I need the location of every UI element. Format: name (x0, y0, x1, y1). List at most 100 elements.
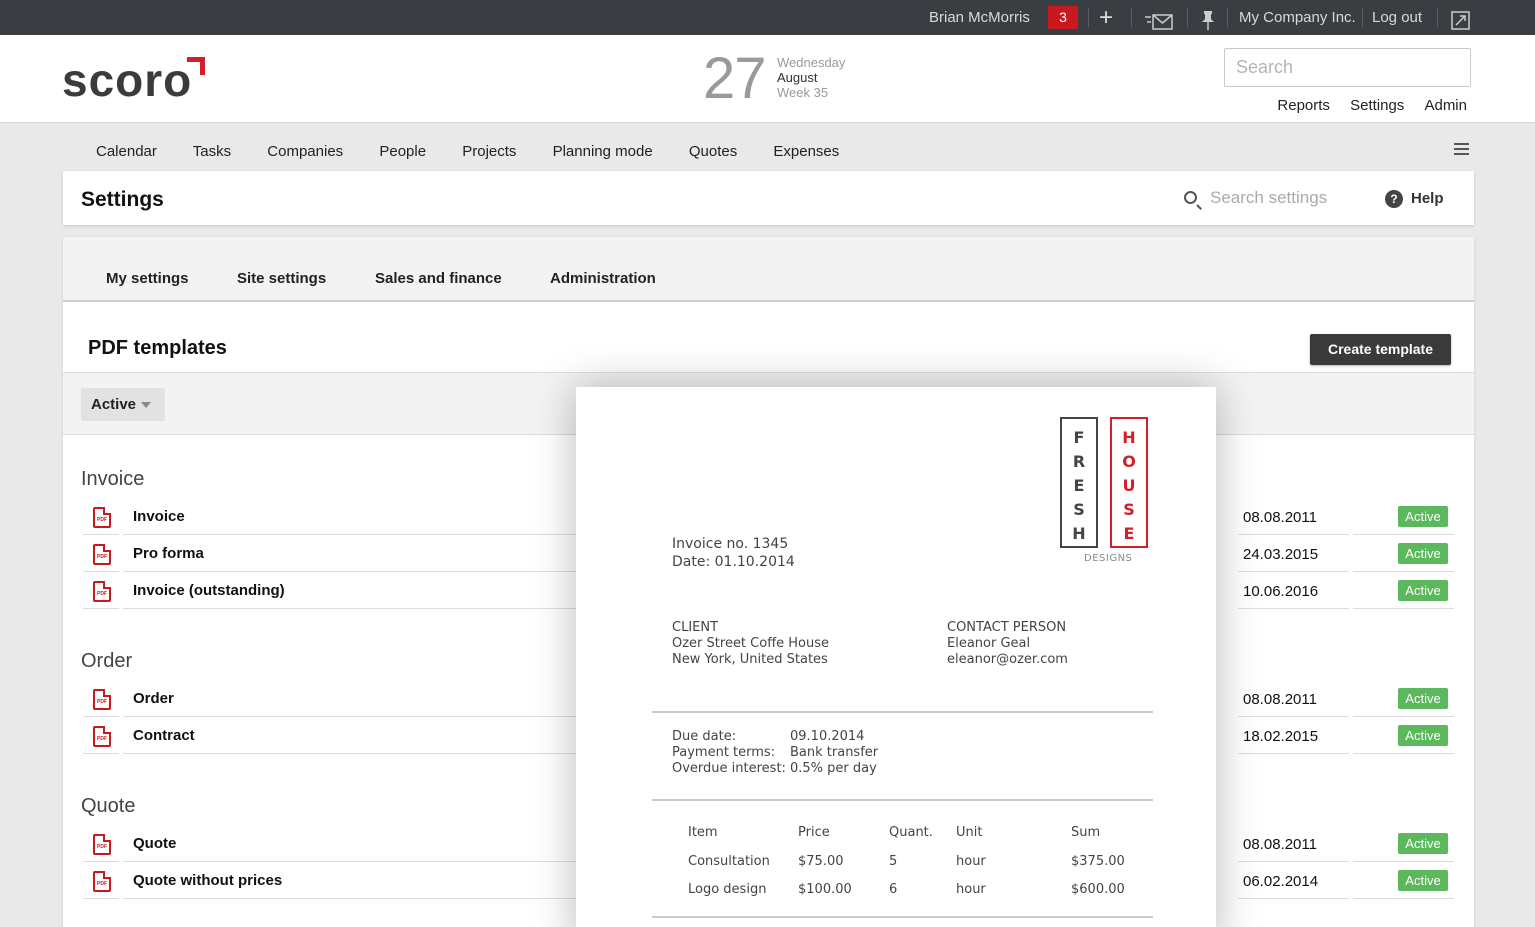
tab-site-settings[interactable]: Site settings (237, 270, 326, 287)
settings-header: Settings Search settings ? Help (63, 171, 1474, 225)
date-weekday: Wednesday (777, 55, 846, 70)
template-name[interactable]: Quote without prices (133, 872, 282, 889)
invoice-number: Invoice no. 1345 (672, 536, 789, 552)
template-date: 08.08.2011 (1243, 836, 1317, 853)
pdf-icon: PDF (93, 726, 111, 747)
template-date: 08.08.2011 (1243, 691, 1317, 708)
template-name[interactable]: Contract (133, 727, 195, 744)
settings-link[interactable]: Settings (1350, 97, 1404, 114)
status-badge: Active (1398, 725, 1448, 746)
pdf-icon: PDF (93, 544, 111, 565)
reports-link[interactable]: Reports (1277, 97, 1330, 114)
divider (1227, 8, 1228, 27)
company-name[interactable]: My Company Inc. (1239, 0, 1356, 35)
divider (1088, 8, 1089, 27)
admin-link[interactable]: Admin (1424, 97, 1467, 114)
template-name[interactable]: Invoice (outstanding) (133, 582, 285, 599)
nav-quotes[interactable]: Quotes (689, 143, 737, 160)
tab-my-settings[interactable]: My settings (106, 270, 189, 287)
table-row: Consultation $75.00 5 hour $375.00 (688, 854, 1125, 869)
group-title-quote: Quote (81, 795, 136, 817)
settings-tabs: My settings Site settings Sales and fina… (63, 237, 1474, 302)
help-icon[interactable]: ? (1385, 190, 1403, 208)
divider (1437, 8, 1438, 27)
user-name[interactable]: Brian McMorris (929, 0, 1030, 35)
mail-icon[interactable] (1145, 9, 1173, 30)
table-header-row: Item Price Quant. Unit Sum (688, 825, 1101, 840)
pdf-icon: PDF (93, 581, 111, 602)
pdf-icon: PDF (93, 834, 111, 855)
template-date: 10.06.2016 (1243, 583, 1319, 600)
tab-sales-and-finance[interactable]: Sales and finance (375, 270, 502, 287)
house-logo-column: H O U S E (1110, 417, 1148, 548)
notification-badge[interactable]: 3 (1048, 6, 1078, 29)
logo-subtitle: DESIGNS (1084, 553, 1133, 564)
template-name[interactable]: Pro forma (133, 545, 204, 562)
divider (1187, 8, 1188, 27)
main-nav: Calendar Tasks Companies People Projects… (96, 143, 871, 160)
divider (1362, 8, 1363, 27)
tab-administration[interactable]: Administration (550, 270, 656, 287)
pdf-icon: PDF (93, 689, 111, 710)
status-badge: Active (1398, 688, 1448, 709)
template-date: 08.08.2011 (1243, 509, 1317, 526)
table-row: Logo design $100.00 6 hour $600.00 (688, 882, 1125, 897)
divider (652, 916, 1153, 918)
search-icon[interactable] (1184, 191, 1197, 204)
nav-planning-mode[interactable]: Planning mode (553, 143, 653, 160)
payment-terms-values: 09.10.2014 Bank transfer 0.5% per day (790, 729, 879, 776)
top-bar: Brian McMorris 3 + My Company Inc. Log o… (0, 0, 1535, 35)
status-badge: Active (1398, 543, 1448, 564)
caret-down-icon (141, 402, 151, 408)
global-search-input[interactable] (1224, 48, 1471, 87)
status-badge: Active (1398, 870, 1448, 891)
header: scoro 27 Wednesday August Week 35 Report… (0, 35, 1535, 123)
nav-calendar[interactable]: Calendar (96, 143, 157, 160)
status-badge: Active (1398, 506, 1448, 527)
nav-people[interactable]: People (379, 143, 426, 160)
group-title-invoice: Invoice (81, 468, 145, 490)
fullscreen-icon[interactable] (1451, 8, 1470, 30)
search-settings-input[interactable]: Search settings (1210, 188, 1327, 208)
pin-icon[interactable] (1201, 8, 1215, 30)
template-date: 18.02.2015 (1243, 728, 1319, 745)
invoice-header: Invoice no. 1345 Date: 01.10.2014 (672, 535, 795, 571)
divider (652, 799, 1153, 801)
pdf-preview: F R E S H H O U S E DESIGNS Invoice no. … (576, 387, 1216, 927)
pdf-icon: PDF (93, 871, 111, 892)
group-title-order: Order (81, 650, 133, 672)
help-link[interactable]: Help (1411, 190, 1444, 207)
pdf-icon: PDF (93, 507, 111, 528)
menu-icon[interactable] (1454, 143, 1469, 158)
fresh-logo-column: F R E S H (1060, 417, 1098, 548)
date-details: Wednesday August Week 35 (777, 55, 845, 100)
logout-link[interactable]: Log out (1372, 0, 1422, 35)
scoro-logo[interactable]: scoro (62, 53, 192, 107)
add-icon[interactable]: + (1099, 0, 1113, 35)
date-month: August (777, 70, 818, 85)
logo-mark-icon (187, 57, 205, 75)
header-links: Reports Settings Admin (1261, 97, 1467, 114)
nav-projects[interactable]: Projects (462, 143, 516, 160)
template-date: 24.03.2015 (1243, 546, 1319, 563)
status-filter-dropdown[interactable]: Active (81, 388, 165, 421)
template-name[interactable]: Order (133, 690, 174, 707)
template-date: 06.02.2014 (1243, 873, 1319, 890)
payment-terms-labels: Due date: Payment terms: Overdue interes… (672, 729, 786, 776)
date-day: 27 (703, 46, 767, 111)
nav-tasks[interactable]: Tasks (193, 143, 231, 160)
contact-block: CONTACT PERSON Eleanor Geal eleanor@ozer… (947, 620, 1068, 667)
section-title: PDF templates (88, 337, 227, 359)
nav-expenses[interactable]: Expenses (773, 143, 839, 160)
status-badge: Active (1398, 580, 1448, 601)
template-name[interactable]: Quote (133, 835, 176, 852)
page-title: Settings (81, 188, 164, 211)
divider (1131, 8, 1132, 27)
date-week: Week 35 (777, 85, 829, 100)
client-block: CLIENT Ozer Street Coffe House New York,… (672, 620, 830, 667)
nav-companies[interactable]: Companies (267, 143, 343, 160)
create-template-button[interactable]: Create template (1310, 334, 1451, 365)
template-name[interactable]: Invoice (133, 508, 185, 525)
status-badge: Active (1398, 833, 1448, 854)
status-filter-label: Active (91, 396, 137, 413)
